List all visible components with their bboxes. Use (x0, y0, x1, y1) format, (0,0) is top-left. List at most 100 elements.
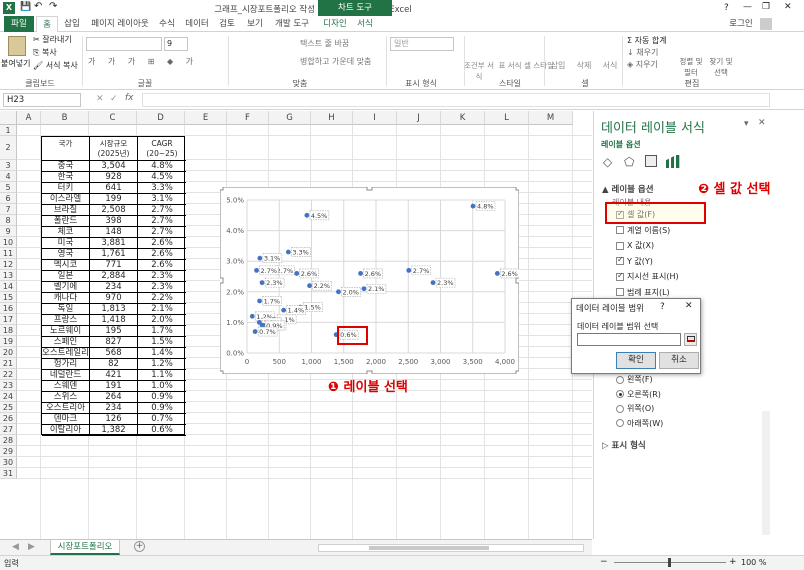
table-cell[interactable]: 1.1% (138, 370, 186, 381)
resize-handle[interactable] (220, 277, 224, 284)
row-header[interactable]: 10 (0, 237, 17, 248)
select-all-corner[interactable] (0, 111, 17, 125)
table-cell[interactable]: 미국 (42, 238, 90, 249)
table-cell[interactable]: 노르웨이 (42, 326, 90, 337)
label-options-tab[interactable]: 레이블 옵션 (601, 139, 641, 150)
tab-review[interactable]: 검토 (214, 16, 240, 32)
table-cell[interactable]: 독일 (42, 304, 90, 315)
insert-cells-button[interactable]: 삽입 (548, 60, 568, 71)
resize-handle[interactable] (366, 187, 373, 191)
data-label[interactable]: 0.7% (257, 326, 278, 337)
format-cells-button[interactable]: 서식 (600, 60, 620, 71)
row-header[interactable]: 25 (0, 402, 17, 413)
data-label[interactable]: 2.3% (264, 277, 285, 288)
font-size-select[interactable]: 9 (164, 37, 188, 51)
user-avatar[interactable] (760, 18, 772, 30)
table-cell[interactable]: 캐나다 (42, 293, 90, 304)
table-cell[interactable]: 폴란드 (42, 216, 90, 227)
table-cell[interactable]: 국가 (42, 137, 90, 161)
data-point[interactable] (494, 271, 500, 276)
column-header[interactable]: B (41, 111, 89, 125)
table-cell[interactable]: 터키 (42, 183, 90, 194)
table-cell[interactable]: 234 (90, 282, 138, 293)
table-cell[interactable]: 264 (90, 392, 138, 403)
dialog-close-button[interactable]: ✕ (685, 301, 693, 311)
paste-icon[interactable] (8, 36, 26, 56)
row-header[interactable]: 29 (0, 446, 17, 457)
data-point[interactable] (304, 212, 310, 218)
row-header[interactable]: 16 (0, 303, 17, 314)
data-label[interactable]: 4.5% (309, 210, 330, 221)
autosum-button[interactable]: Σ 자동 합계 (627, 35, 667, 46)
table-cell[interactable]: 오스트레일리아 (42, 348, 90, 359)
row-header[interactable]: 8 (0, 215, 17, 226)
table-cell[interactable]: 멕시코 (42, 260, 90, 271)
cancel-button[interactable]: 취소 (659, 352, 699, 369)
column-header[interactable]: G (269, 111, 311, 125)
table-cell[interactable]: 970 (90, 293, 138, 304)
wrap-text-button[interactable]: 텍스트 줄 바꿈 (300, 38, 349, 49)
column-header[interactable]: A (17, 111, 41, 125)
row-header[interactable]: 11 (0, 248, 17, 259)
column-header[interactable]: L (485, 111, 529, 125)
label-option-checkbox[interactable]: X 값(X) (616, 240, 654, 251)
row-header[interactable]: 13 (0, 270, 17, 281)
data-label[interactable]: 1.4% (286, 305, 306, 315)
zoom-in-button[interactable]: + (729, 557, 737, 567)
column-header[interactable]: D (137, 111, 185, 125)
paste-button[interactable]: 붙여넣기 (1, 58, 30, 69)
table-cell[interactable]: 0.9% (138, 403, 186, 414)
table-cell[interactable]: 스페인 (42, 337, 90, 348)
table-cell[interactable]: 2,884 (90, 271, 138, 282)
clear-button[interactable]: ◈ 지우기 (627, 59, 658, 70)
table-cell[interactable]: 827 (90, 337, 138, 348)
table-cell[interactable]: 1.7% (138, 326, 186, 337)
table-cell[interactable]: 헝가리 (42, 359, 90, 370)
resize-handle[interactable] (515, 370, 519, 374)
dialog-help-button[interactable]: ? (660, 302, 665, 312)
row-header[interactable]: 12 (0, 259, 17, 270)
table-cell[interactable]: 1,382 (90, 425, 138, 436)
data-point[interactable] (358, 271, 363, 276)
table-cell[interactable]: 641 (90, 183, 138, 194)
data-point[interactable] (307, 283, 312, 289)
data-point[interactable] (294, 271, 300, 276)
section-number[interactable]: ▷ 표시 형식 (602, 439, 646, 451)
pane-options-icon[interactable]: ▾ (744, 119, 749, 129)
data-label[interactable]: 4.8% (475, 201, 496, 211)
redo-icon[interactable]: ↷ (49, 1, 57, 12)
table-cell[interactable]: 이스라엘 (42, 194, 90, 205)
table-cell[interactable]: 프랑스 (42, 315, 90, 326)
table-cell[interactable]: 2.6% (138, 260, 186, 271)
row-header[interactable]: 4 (0, 171, 17, 182)
table-cell[interactable]: 1.4% (138, 348, 186, 359)
data-point[interactable] (281, 307, 287, 313)
row-header[interactable]: 26 (0, 413, 17, 424)
column-header[interactable]: C (89, 111, 137, 125)
table-cell[interactable]: 2.6% (138, 249, 186, 260)
row-header[interactable]: 24 (0, 391, 17, 402)
table-cell[interactable]: 3.1% (138, 194, 186, 205)
table-cell[interactable]: 2,508 (90, 205, 138, 216)
data-point[interactable] (470, 203, 476, 209)
column-header[interactable]: M (529, 111, 573, 125)
data-label[interactable]: 3.3% (291, 247, 311, 257)
data-label[interactable]: 2.3% (435, 277, 456, 288)
tab-developer[interactable]: 개발 도구 (270, 16, 314, 32)
number-format-select[interactable]: 일반 (390, 37, 454, 51)
table-cell[interactable]: 191 (90, 381, 138, 392)
table-cell[interactable]: 2.7% (138, 227, 186, 238)
label-position-radio[interactable]: 왼쪽(F) (616, 374, 653, 385)
column-header[interactable]: K (441, 111, 485, 125)
label-option-checkbox[interactable]: ✓ 지시선 표시(H) (616, 271, 679, 282)
data-point[interactable] (249, 313, 255, 319)
close-button[interactable]: ✕ (784, 2, 792, 12)
font-style-buttons[interactable]: 가 가 가 ⊞ ◆ 가 (88, 56, 198, 67)
effects-icon[interactable]: ⬠ (624, 155, 634, 169)
data-label[interactable]: 3.1% (262, 253, 283, 263)
table-cell[interactable]: 0.9% (138, 392, 186, 403)
table-cell[interactable]: 2.1% (138, 304, 186, 315)
login-link[interactable]: 로그인 (726, 16, 756, 32)
column-header[interactable]: I (353, 111, 397, 125)
table-cell[interactable]: 234 (90, 403, 138, 414)
